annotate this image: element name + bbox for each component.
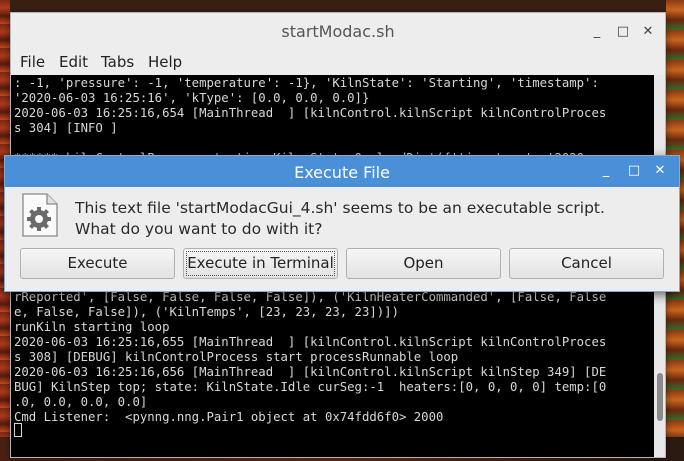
menu-tabs[interactable]: Tabs bbox=[101, 53, 134, 71]
script-file-gear-icon bbox=[22, 193, 58, 237]
close-icon[interactable]: ✕ bbox=[653, 164, 667, 178]
terminal-cursor bbox=[14, 423, 22, 437]
execute-in-terminal-button[interactable]: Execute in Terminal bbox=[183, 248, 338, 279]
menu-help[interactable]: Help bbox=[148, 53, 182, 71]
dialog-title: Execute File bbox=[294, 163, 390, 182]
menu-edit[interactable]: Edit bbox=[59, 53, 88, 71]
terminal-line: 2020-06-03 16:25:16,654 [MainThread ] [k… bbox=[14, 106, 607, 120]
execute-file-dialog: Execute File _ □ ✕ This text file 'start… bbox=[4, 155, 680, 292]
scrollbar-thumb[interactable] bbox=[657, 373, 663, 421]
terminal-title: startModac.sh bbox=[281, 22, 395, 41]
terminal-line: 2020-06-03 16:25:16,655 [MainThread ] [k… bbox=[14, 335, 607, 349]
terminal-line: rReported', [False, False, False, False]… bbox=[14, 290, 607, 304]
terminal-line: runKiln starting loop bbox=[14, 320, 170, 334]
dialog-question: What do you want to do with it? bbox=[75, 220, 323, 238]
maximize-icon[interactable]: □ bbox=[627, 164, 641, 178]
terminal-line: Cmd Listener: <pynng.nng.Pair1 object at… bbox=[14, 410, 444, 424]
minimize-icon[interactable]: _ bbox=[590, 25, 604, 39]
terminal-line: : -1, 'pressure': -1, 'temperature': -1}… bbox=[14, 76, 599, 90]
terminal-line: e, False, False]), ('KilnTemps', [23, 23… bbox=[14, 305, 399, 319]
dialog-titlebar[interactable]: Execute File _ □ ✕ bbox=[5, 156, 679, 187]
minimize-icon[interactable]: _ bbox=[599, 164, 613, 178]
close-icon[interactable]: ✕ bbox=[641, 25, 655, 39]
terminal-line: BUG] KilnStep top; state: KilnState.Idle… bbox=[14, 380, 607, 394]
terminal-line: 2020-06-03 16:25:16,656 [MainThread ] [k… bbox=[14, 365, 607, 379]
terminal-line: s 304] [INFO ] bbox=[14, 121, 118, 135]
dialog-message: This text file 'startModacGui_4.sh' seem… bbox=[75, 199, 605, 217]
menu-file[interactable]: File bbox=[20, 53, 45, 71]
terminal-line: '2020-06-03 16:25:16', 'kType': [0.0, 0.… bbox=[14, 91, 370, 105]
cancel-button[interactable]: Cancel bbox=[509, 248, 664, 279]
terminal-line: s 308] [DEBUG] kilnControlProcess start … bbox=[14, 350, 459, 364]
terminal-line: .0, 0.0, 0.0, 0.0] bbox=[14, 395, 148, 409]
terminal-titlebar[interactable]: startModac.sh _ □ ✕ bbox=[11, 13, 665, 49]
maximize-icon[interactable]: □ bbox=[616, 25, 630, 39]
execute-button[interactable]: Execute bbox=[20, 248, 175, 279]
terminal-menubar: File Edit Tabs Help bbox=[11, 49, 665, 75]
open-button[interactable]: Open bbox=[346, 248, 501, 279]
